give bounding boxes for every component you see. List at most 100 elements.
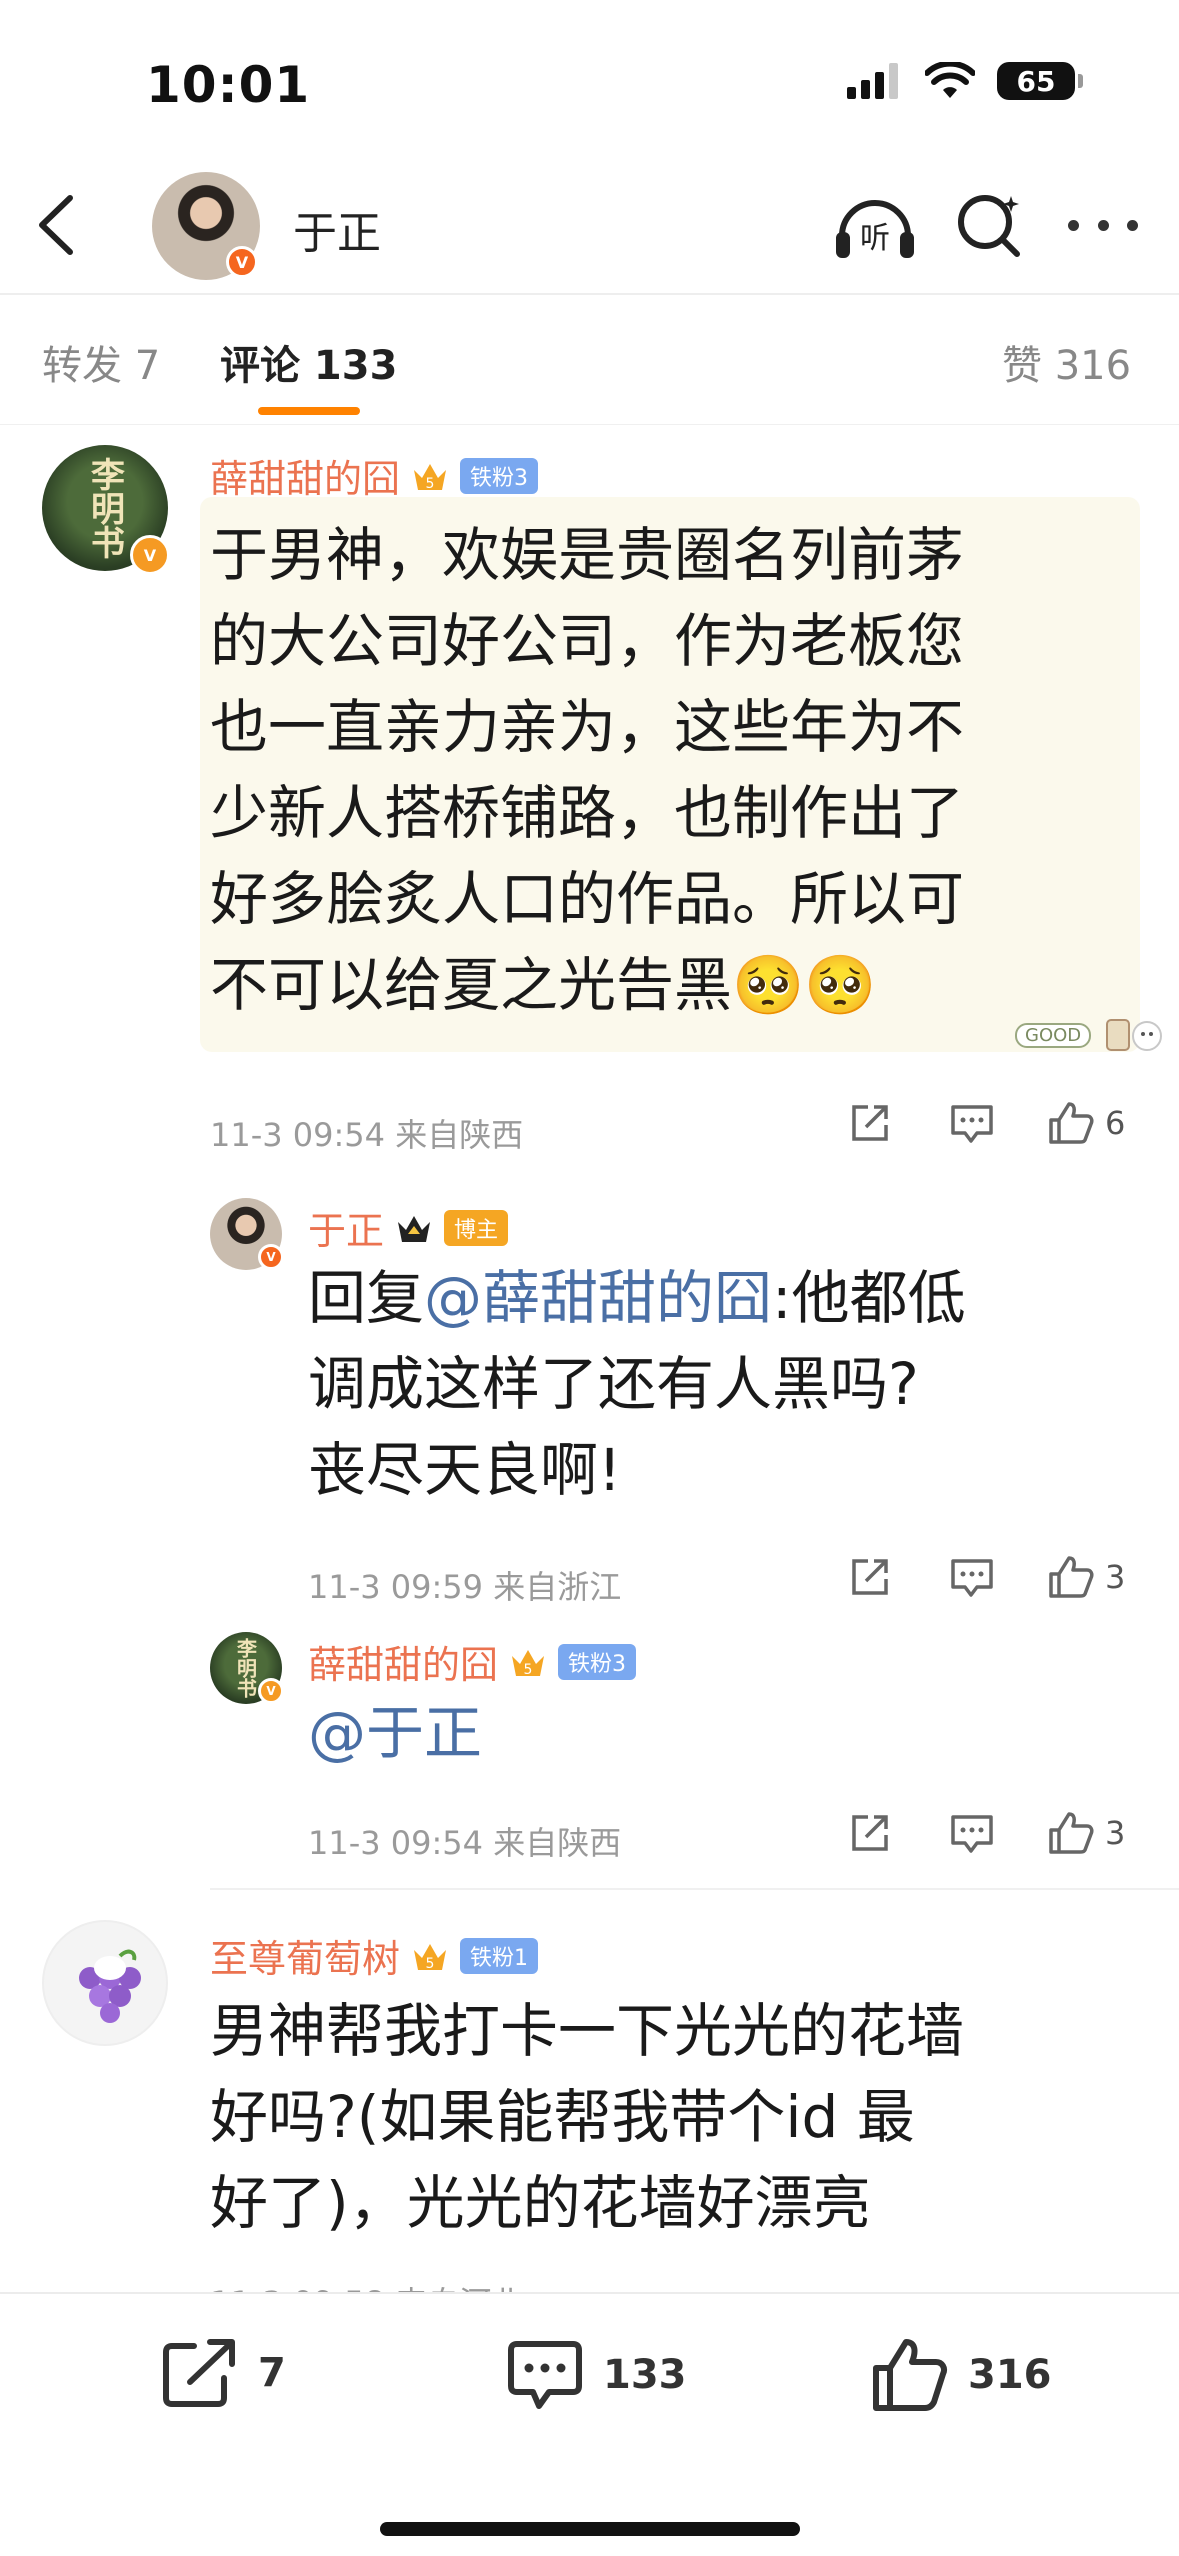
comment-line: 于男神，欢娱是贵圈名列前茅	[210, 521, 965, 589]
headphones-icon: 听	[836, 200, 914, 258]
repost-comment-button[interactable]	[845, 1101, 895, 1145]
comment-count: 133	[603, 2352, 687, 2398]
reply-button[interactable]	[947, 1811, 997, 1855]
status-time: 10:01	[146, 56, 311, 114]
comment-divider	[210, 1888, 1179, 1890]
comment-actions: 6	[845, 1100, 1125, 1146]
status-icons: 65	[847, 62, 1083, 100]
repost-button[interactable]: 7	[160, 2336, 286, 2410]
sticker-label: GOOD	[1015, 1022, 1092, 1048]
comment-header: 至尊葡萄树 5 铁粉1	[210, 1928, 539, 1983]
mention-link[interactable]: @薛甜甜的囧	[424, 1264, 772, 1332]
reply-header: 薛甜甜的囧 5 铁粉3	[308, 1634, 637, 1689]
commenter-avatar[interactable]	[42, 1920, 168, 2046]
reply-actions: 3	[845, 1554, 1125, 1600]
thumbs-up-icon	[873, 2339, 948, 2411]
repost-count: 7	[258, 2350, 286, 2396]
crown-icon: 5	[414, 463, 447, 492]
verified-icon: V	[226, 246, 258, 278]
comment-line: 好吗?(如果能帮我带个id 最	[210, 2083, 915, 2151]
tab-repost[interactable]: 转发 7	[42, 333, 160, 391]
comment-line: 少新人搭桥铺路，也制作出了	[210, 779, 965, 847]
like-count: 3	[1105, 1814, 1126, 1852]
thumbs-up-icon	[1049, 1556, 1094, 1598]
reply-text-rest: :他都低	[772, 1264, 966, 1332]
fan-badge: 铁粉3	[460, 457, 539, 494]
like-button[interactable]: 6	[1047, 1100, 1125, 1146]
repost-comment-button[interactable]	[845, 1555, 895, 1599]
comment-icon	[508, 2341, 582, 2409]
avatar-text: 李明书	[84, 457, 125, 559]
sticker-icon	[1106, 1019, 1163, 1051]
like-count: 3	[1105, 1558, 1126, 1596]
thumbs-up-icon	[1049, 1812, 1094, 1854]
dot-icon	[1068, 219, 1079, 231]
mention-link[interactable]: @于正	[308, 1690, 482, 1776]
reply-meta: 11-3 09:54 来自陕西	[308, 1824, 622, 1862]
svg-text:听: 听	[860, 221, 890, 256]
dot-icon	[1127, 219, 1138, 231]
like-button[interactable]: 3	[1047, 1810, 1125, 1856]
reply-text: 回复@薛甜甜的囧:他都低 调成这样了还有人黑吗? 丧尽天良啊!	[308, 1255, 1108, 1513]
battery-tip	[1078, 74, 1083, 88]
verified-icon: V	[258, 1678, 284, 1704]
top-nav: V 于正 听	[0, 150, 1179, 295]
home-indicator	[380, 2522, 800, 2536]
commenter-name[interactable]: 薛甜甜的囧	[210, 448, 400, 503]
reply-line: 丧尽天良啊!	[308, 1436, 622, 1504]
search-button[interactable]	[955, 190, 1025, 260]
reply-prefix: 回复	[308, 1264, 425, 1332]
comment-button[interactable]: 133	[505, 2336, 687, 2414]
comment-line: 不可以给夏之光告黑🥺🥺	[210, 951, 877, 1019]
comment-icon	[951, 1105, 993, 1143]
like-button[interactable]: 3	[1047, 1554, 1125, 1600]
grape-icon	[79, 1949, 141, 2023]
battery-indicator: 65	[997, 62, 1083, 100]
comment-line: 好了)，光光的花墙好漂亮	[210, 2169, 871, 2237]
fan-badge: 铁粉3	[558, 1643, 637, 1680]
repost-comment-button[interactable]	[845, 1811, 895, 1855]
more-button[interactable]	[1068, 210, 1138, 240]
card-sticker: GOOD	[1015, 1010, 1167, 1060]
reply-button[interactable]	[947, 1555, 997, 1599]
comment-line: 好多脍炙人口的作品。所以可	[210, 865, 965, 933]
reply-actions: 3	[845, 1810, 1125, 1856]
like-count: 6	[1105, 1104, 1126, 1142]
share-icon	[852, 1559, 888, 1595]
verified-icon: V	[258, 1244, 284, 1270]
dot-icon	[1097, 219, 1109, 231]
listen-button[interactable]: 听	[832, 188, 918, 264]
comment-line: 也一直亲力亲为，这些年为不	[210, 693, 965, 761]
host-badge: 博主	[444, 1209, 509, 1246]
share-icon	[852, 1815, 888, 1851]
author-avatar[interactable]: V	[152, 172, 260, 280]
comment-line: 男神帮我打卡一下光光的花墙	[210, 1997, 965, 2065]
reply-button[interactable]	[947, 1101, 997, 1145]
reply-meta: 11-3 09:59 来自浙江	[308, 1568, 622, 1606]
tab-active-indicator	[258, 407, 360, 415]
chevron-left-icon	[39, 195, 73, 255]
search-icon	[958, 195, 1020, 257]
signal-icon	[847, 63, 898, 99]
svg-text:5: 5	[524, 1662, 533, 1678]
comment-icon	[951, 1815, 993, 1853]
like-post-button[interactable]: 316	[870, 2336, 1052, 2414]
verified-icon: V	[130, 535, 170, 575]
tab-comment[interactable]: 评论 133	[220, 333, 397, 391]
thumbs-up-icon	[1049, 1102, 1094, 1144]
comment-header: 薛甜甜的囧 5 铁粉3	[210, 448, 539, 503]
commenter-name[interactable]: 至尊葡萄树	[210, 1928, 400, 1983]
tab-bar: 转发 7 评论 133 赞 316	[0, 297, 1179, 425]
author-name[interactable]: 于正	[293, 197, 381, 261]
svg-text:5: 5	[426, 476, 435, 492]
replier-name[interactable]: 于正	[308, 1200, 384, 1255]
like-count: 316	[968, 2352, 1052, 2398]
back-button[interactable]	[28, 190, 88, 260]
comment-text: 男神帮我打卡一下光光的花墙 好吗?(如果能帮我带个id 最 好了)，光光的花墙好…	[210, 1988, 1150, 2246]
crown-icon	[398, 1215, 431, 1242]
comment-meta: 11-3 09:58 来自河北	[210, 2278, 523, 2292]
tab-likes[interactable]: 赞 316	[1002, 333, 1131, 391]
svg-text:5: 5	[426, 1956, 435, 1972]
replier-name[interactable]: 薛甜甜的囧	[308, 1634, 498, 1689]
reply-line: 调成这样了还有人黑吗?	[308, 1350, 919, 1418]
